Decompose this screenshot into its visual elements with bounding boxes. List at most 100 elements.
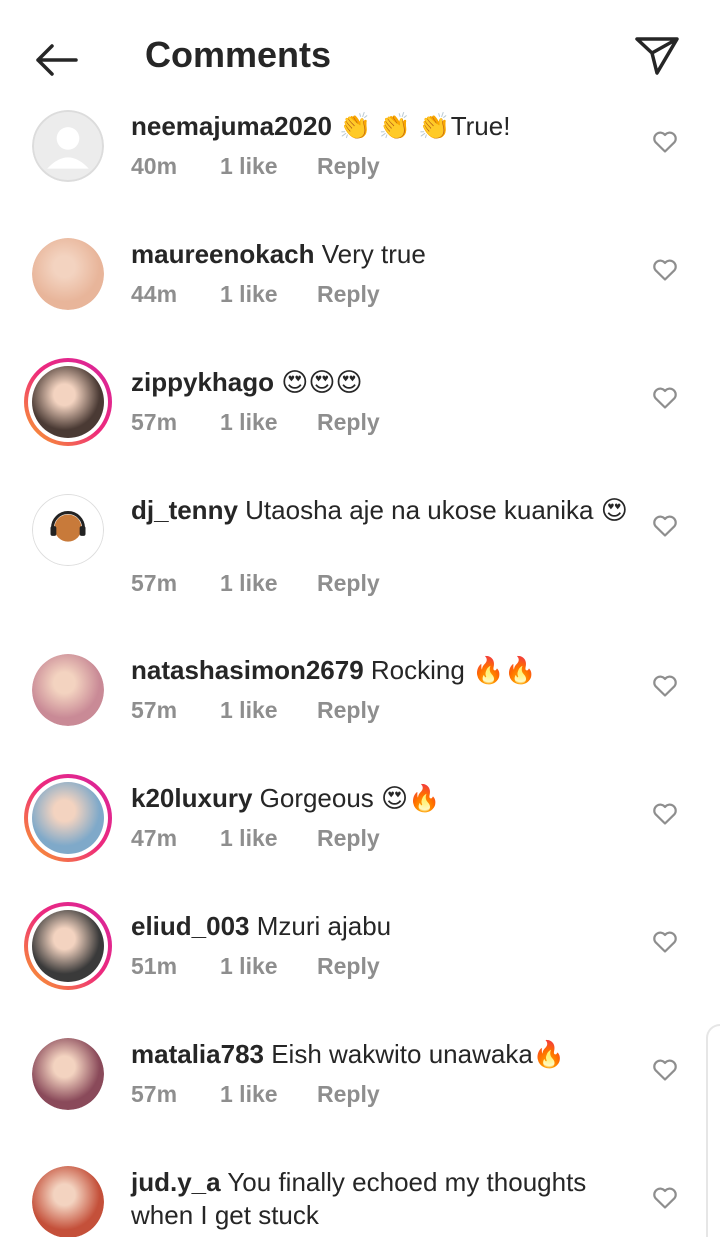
comment-time: 57m	[131, 1081, 178, 1107]
comment-text: natashasimon2679 Rocking 🔥🔥	[131, 654, 631, 687]
comment-time: 57m	[131, 570, 178, 596]
comment-time: 57m	[131, 697, 178, 723]
likes-count[interactable]: 1 like	[220, 825, 317, 852]
username-link[interactable]: dj_tenny	[131, 495, 238, 525]
avatar[interactable]	[32, 494, 104, 566]
scroll-edge	[706, 1024, 720, 1237]
avatar-image	[32, 110, 104, 182]
reply-button[interactable]: Reply	[317, 153, 380, 180]
comment-meta: 44m 1 like Reply	[131, 281, 380, 308]
like-heart-button[interactable]	[648, 253, 682, 287]
avatar-image	[32, 1166, 104, 1237]
reply-button[interactable]: Reply	[317, 825, 380, 852]
like-heart-button[interactable]	[648, 797, 682, 831]
comment-text: jud.y_a You finally echoed my thoughts w…	[131, 1166, 631, 1232]
comment-body: 😍😍😍	[274, 367, 363, 397]
comment-meta: 57m 1 like Reply	[131, 570, 380, 597]
likes-count[interactable]: 1 like	[220, 953, 317, 980]
like-heart-button[interactable]	[648, 1181, 682, 1215]
comment-time: 51m	[131, 953, 178, 979]
username-link[interactable]: natashasimon2679	[131, 655, 364, 685]
share-button[interactable]	[628, 28, 686, 82]
avatar[interactable]	[32, 238, 104, 310]
heart-icon	[653, 1059, 677, 1081]
comment-body: Eish wakwito unawaka🔥	[263, 1039, 566, 1069]
avatar[interactable]	[24, 358, 112, 446]
heart-icon	[653, 259, 677, 281]
comment-meta: 57m 1 like Reply	[131, 697, 380, 724]
heart-icon	[653, 931, 677, 953]
comment-text: dj_tenny Utaosha aje na ukose kuanika 😍	[131, 494, 631, 527]
comment-text: matalia783 Eish wakwito unawaka🔥	[131, 1038, 631, 1071]
heart-icon	[653, 387, 677, 409]
comment-time: 44m	[131, 281, 178, 307]
comment-body: Mzuri ajabu	[249, 911, 392, 941]
avatar-image	[32, 910, 104, 982]
comment-text: zippykhago 😍😍😍	[131, 366, 631, 399]
back-arrow-icon	[36, 44, 78, 76]
comment-meta: 47m 1 like Reply	[131, 825, 380, 852]
avatar-image	[32, 1038, 104, 1110]
heart-icon	[653, 803, 677, 825]
comment-meta: 51m 1 like Reply	[131, 953, 380, 980]
avatar-image	[32, 494, 104, 566]
avatar[interactable]	[32, 1166, 104, 1237]
paper-plane-icon	[635, 37, 679, 75]
like-heart-button[interactable]	[648, 125, 682, 159]
comment-text: eliud_003 Mzuri ajabu	[131, 910, 631, 943]
like-heart-button[interactable]	[648, 925, 682, 959]
comment-time: 40m	[131, 153, 178, 179]
avatar[interactable]	[24, 902, 112, 990]
comment-body: Rocking 🔥🔥	[363, 655, 537, 685]
reply-button[interactable]: Reply	[317, 570, 380, 597]
likes-count[interactable]: 1 like	[220, 570, 317, 597]
avatar[interactable]	[24, 774, 112, 862]
likes-count[interactable]: 1 like	[220, 1081, 317, 1108]
back-button[interactable]	[28, 36, 84, 84]
comment-meta: 57m 1 like Reply	[131, 409, 380, 436]
comment-body: Very true	[314, 239, 426, 269]
username-link[interactable]: k20luxury	[131, 783, 252, 813]
like-heart-button[interactable]	[648, 1053, 682, 1087]
comment-meta: 40m 1 like Reply	[131, 153, 380, 180]
like-heart-button[interactable]	[648, 509, 682, 543]
likes-count[interactable]: 1 like	[220, 281, 317, 308]
reply-button[interactable]: Reply	[317, 1081, 380, 1108]
reply-button[interactable]: Reply	[317, 953, 380, 980]
heart-icon	[653, 1187, 677, 1209]
header-bar: Comments	[0, 0, 720, 110]
comment-text: neemajuma2020 👏 👏 👏True!	[131, 110, 631, 143]
comment-body: 👏 👏 👏True!	[331, 111, 511, 141]
comment-body: Utaosha aje na ukose kuanika 😍	[237, 495, 628, 525]
username-link[interactable]: zippykhago	[131, 367, 274, 397]
heart-icon	[653, 515, 677, 537]
comment-time: 57m	[131, 409, 178, 435]
likes-count[interactable]: 1 like	[220, 409, 317, 436]
avatar[interactable]	[32, 654, 104, 726]
avatar[interactable]	[32, 110, 104, 182]
username-link[interactable]: matalia783	[131, 1039, 264, 1069]
reply-button[interactable]: Reply	[317, 409, 380, 436]
likes-count[interactable]: 1 like	[220, 153, 317, 180]
comment-time: 47m	[131, 825, 178, 851]
comment-meta: 57m 1 like Reply	[131, 1081, 380, 1108]
avatar-image	[32, 654, 104, 726]
username-link[interactable]: eliud_003	[131, 911, 250, 941]
heart-icon	[653, 675, 677, 697]
likes-count[interactable]: 1 like	[220, 697, 317, 724]
comment-text: maureenokach Very true	[131, 238, 631, 271]
comment-body: Gorgeous 😍🔥	[252, 783, 441, 813]
avatar[interactable]	[32, 1038, 104, 1110]
reply-button[interactable]: Reply	[317, 281, 380, 308]
avatar-image	[32, 366, 104, 438]
like-heart-button[interactable]	[648, 381, 682, 415]
avatar-image	[32, 782, 104, 854]
reply-button[interactable]: Reply	[317, 697, 380, 724]
username-link[interactable]: jud.y_a	[131, 1167, 221, 1197]
username-link[interactable]: maureenokach	[131, 239, 315, 269]
heart-icon	[653, 131, 677, 153]
comment-text: k20luxury Gorgeous 😍🔥	[131, 782, 631, 815]
page-title: Comments	[145, 34, 332, 75]
username-link[interactable]: neemajuma2020	[131, 111, 332, 141]
like-heart-button[interactable]	[648, 669, 682, 703]
